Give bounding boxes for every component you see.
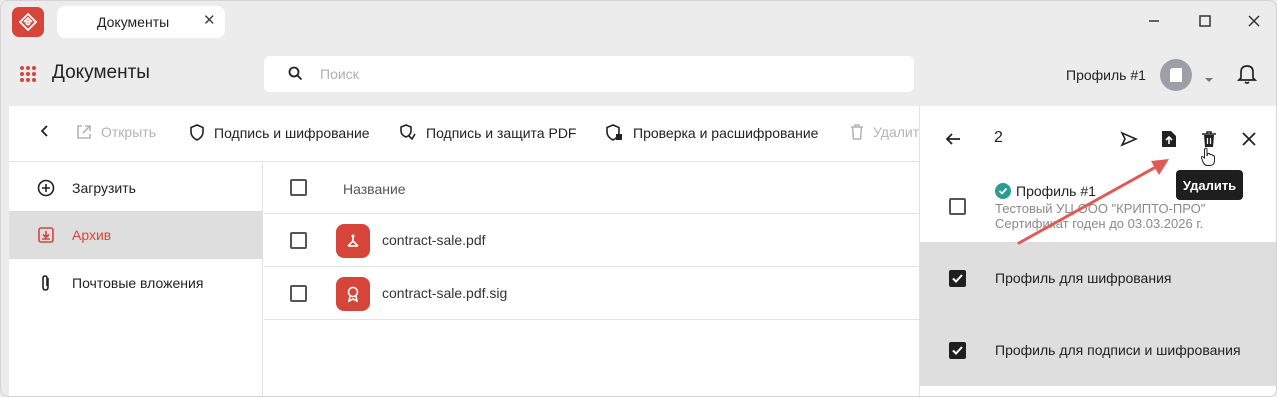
app-logo-icon xyxy=(12,7,44,37)
toolbar: Открыть Подпись и шифрование Подпись и з… xyxy=(9,106,919,162)
signature-file-icon xyxy=(336,277,370,311)
profile-name[interactable]: Профиль #1 xyxy=(1066,67,1146,83)
column-name-header[interactable]: Название xyxy=(343,181,406,197)
profile-checkbox[interactable] xyxy=(949,342,966,359)
sidebar-item-label: Архив xyxy=(72,227,112,243)
sign-encrypt-button[interactable]: Подпись и шифрование xyxy=(189,124,370,141)
table-row[interactable]: contract-sale.pdf.sig xyxy=(264,268,919,320)
chevron-left-icon xyxy=(40,125,48,137)
title-bar: Документы ✕ xyxy=(1,1,1276,43)
profile-validity: Сертификат годен до 03.03.2026 г. xyxy=(995,216,1204,231)
open-button[interactable]: Открыть xyxy=(76,124,156,140)
app-window: Документы ✕ Документы Профиль xyxy=(0,0,1277,397)
avatar[interactable] xyxy=(1160,59,1192,91)
selected-count: 2 xyxy=(994,129,1003,146)
file-name: contract-sale.pdf.sig xyxy=(382,285,508,301)
close-icon[interactable] xyxy=(1238,128,1260,150)
send-icon[interactable] xyxy=(1118,128,1140,150)
tab-label: Документы xyxy=(97,14,170,30)
profile-checkbox[interactable] xyxy=(949,270,966,287)
tab-close-icon[interactable]: ✕ xyxy=(203,13,216,28)
shield-icon xyxy=(190,124,204,141)
open-label: Открыть xyxy=(101,124,156,140)
search-icon xyxy=(288,66,303,84)
sidebar-item-mail-attachments[interactable]: Почтовые вложения xyxy=(9,259,263,307)
verify-decrypt-label: Проверка и расшифрование xyxy=(633,124,819,141)
archive-icon xyxy=(37,226,55,247)
sidebar-item-label: Почтовые вложения xyxy=(72,275,204,291)
page-title: Документы xyxy=(52,62,150,83)
list-item[interactable]: Профиль для шифрования xyxy=(920,242,1276,314)
row-checkbox[interactable] xyxy=(290,285,307,302)
file-list-header: Название xyxy=(264,162,919,214)
profile-selection-panel: 2 Профиль #1 Тестовый УЦ ООО "КРИПТО-ПРО… xyxy=(919,106,1276,396)
sidebar: Загрузить Архив Почтовые вложения xyxy=(9,162,263,396)
profile-title: Профиль #1 xyxy=(1016,183,1096,199)
search-input[interactable] xyxy=(320,64,880,84)
delete-tooltip: Удалить xyxy=(1176,170,1243,200)
list-item[interactable]: Профиль для подписи и шифрования xyxy=(920,314,1276,386)
sidebar-item-upload[interactable]: Загрузить xyxy=(9,164,263,212)
chevron-down-icon[interactable] xyxy=(1204,70,1214,86)
file-list: Название contract-sale.pdf contract-sale… xyxy=(264,162,919,396)
trash-icon xyxy=(851,124,863,140)
verify-shield-icon xyxy=(606,124,622,141)
row-checkbox[interactable] xyxy=(290,232,307,249)
verified-check-icon xyxy=(995,183,1011,199)
search-bar[interactable] xyxy=(264,56,914,92)
tab-documents[interactable]: Документы ✕ xyxy=(57,6,225,38)
back-button[interactable] xyxy=(39,124,51,138)
hand-cursor-icon xyxy=(1200,147,1216,170)
plus-circle-icon xyxy=(37,179,55,200)
maximize-icon[interactable] xyxy=(1195,11,1215,31)
app-header: Документы Профиль #1 xyxy=(1,43,1276,105)
sidebar-item-archive[interactable]: Архив xyxy=(9,211,263,259)
profile-checkbox[interactable] xyxy=(949,198,966,215)
select-all-checkbox[interactable] xyxy=(290,179,307,196)
delete-button[interactable]: Удалит xyxy=(850,124,919,140)
file-upload-icon[interactable] xyxy=(1158,128,1180,150)
bell-icon[interactable] xyxy=(1236,63,1258,88)
sign-protect-pdf-button[interactable]: Подпись и защита PDF xyxy=(399,124,576,141)
minimize-icon[interactable] xyxy=(1144,11,1164,31)
delete-label: Удалит xyxy=(873,124,920,140)
verify-decrypt-button[interactable]: Проверка и расшифрование xyxy=(606,124,818,141)
sidebar-item-label: Загрузить xyxy=(72,180,136,196)
window-close-icon[interactable] xyxy=(1244,11,1264,31)
profile-title: Профиль для подписи и шифрования xyxy=(995,342,1241,358)
table-row[interactable]: contract-sale.pdf xyxy=(264,215,919,267)
file-name: contract-sale.pdf xyxy=(382,232,486,248)
apps-grid-icon[interactable] xyxy=(19,65,37,83)
pdf-file-icon xyxy=(336,224,370,258)
open-external-icon xyxy=(77,125,91,139)
sign-pdf-icon xyxy=(400,124,416,141)
profile-title: Профиль для шифрования xyxy=(995,270,1172,286)
profile-issuer: Тестовый УЦ ООО "КРИПТО-ПРО" xyxy=(995,201,1206,216)
sign-protect-pdf-label: Подпись и защита PDF xyxy=(426,124,577,141)
paperclip-icon xyxy=(37,274,55,295)
arrow-left-icon[interactable] xyxy=(942,128,964,150)
sign-encrypt-label: Подпись и шифрование xyxy=(214,124,370,141)
